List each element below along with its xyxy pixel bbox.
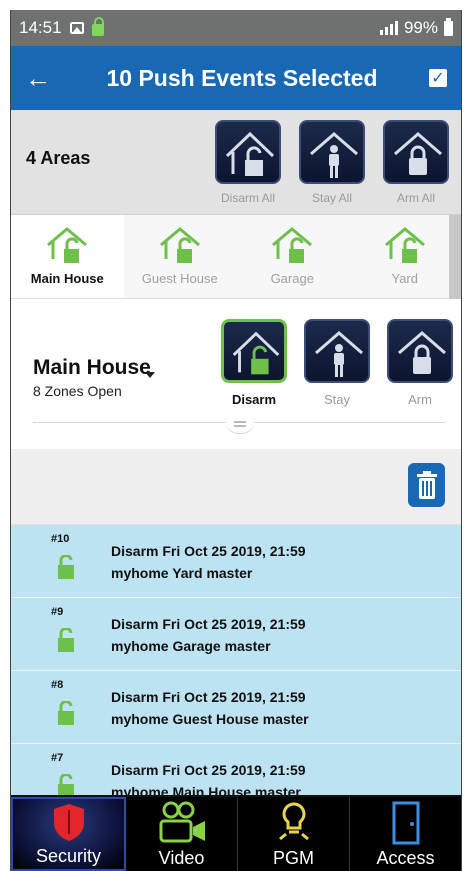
nav-label: Access xyxy=(376,848,435,868)
event-title: Disarm Fri Oct 25 2019, 21:59 xyxy=(111,762,306,778)
arm-all-button[interactable]: Arm All xyxy=(381,119,451,205)
zones-open-status: 8 Zones Open xyxy=(33,383,122,399)
events-toolbar xyxy=(11,449,461,525)
bottom-navigation: Security Video PGM Access xyxy=(11,795,461,871)
stay-label: Stay xyxy=(323,392,350,407)
arm-button[interactable]: Arm xyxy=(385,319,455,407)
arrow-left-icon[interactable]: ← xyxy=(25,63,65,94)
event-title: Disarm Fri Oct 25 2019, 21:59 xyxy=(111,543,306,559)
tab-garage[interactable]: Garage xyxy=(236,215,349,298)
disarm-all-button[interactable]: Disarm All xyxy=(213,119,283,205)
house-disarm-icon xyxy=(221,319,287,383)
stay-all-label: Stay All xyxy=(311,190,353,205)
nav-label: Video xyxy=(158,848,205,868)
image-icon xyxy=(69,22,84,34)
wifi-icon xyxy=(379,21,398,35)
nav-access[interactable]: Access xyxy=(350,797,461,871)
unlock-icon xyxy=(58,628,74,652)
page-title: 10 Push Events Selected xyxy=(106,64,378,91)
area-detail: Main House 8 Zones Open Disarm Stay Arm xyxy=(11,299,461,449)
event-number: #7 xyxy=(51,752,64,764)
tab-label: Garage xyxy=(270,271,314,286)
nav-label: Security xyxy=(35,846,102,866)
event-title: Disarm Fri Oct 25 2019, 21:59 xyxy=(111,689,306,705)
nav-video[interactable]: Video xyxy=(126,797,238,871)
house-unlocked-icon xyxy=(159,227,200,263)
video-camera-icon xyxy=(157,800,207,846)
event-title: Disarm Fri Oct 25 2019, 21:59 xyxy=(111,616,306,632)
stay-button[interactable]: Stay xyxy=(302,319,372,407)
disarm-button[interactable]: Disarm xyxy=(219,319,289,407)
house-stay-icon xyxy=(304,319,370,383)
house-disarm-icon xyxy=(215,119,281,184)
nav-security[interactable]: Security xyxy=(11,797,126,871)
shield-icon xyxy=(52,799,86,844)
status-bar: 14:51 99% xyxy=(11,10,461,46)
tab-guest-house[interactable]: Guest House xyxy=(123,215,236,298)
areas-summary: 4 Areas Disarm All Stay All Arm All xyxy=(11,110,461,215)
tabs-scroll-indicator[interactable] xyxy=(449,215,461,299)
chevron-down-icon[interactable] xyxy=(145,372,155,378)
arm-label: Arm xyxy=(408,392,432,407)
stay-all-button[interactable]: Stay All xyxy=(297,119,367,205)
event-detail: myhome Yard master xyxy=(111,565,253,581)
event-detail: myhome Garage master xyxy=(111,638,271,654)
tab-label: Guest House xyxy=(141,271,218,286)
tab-main-house[interactable]: Main House xyxy=(11,215,124,298)
unlock-icon xyxy=(58,701,74,725)
event-number: #10 xyxy=(51,533,70,545)
house-unlocked-icon xyxy=(384,227,425,263)
nav-label: PGM xyxy=(272,848,314,868)
house-unlocked-icon xyxy=(272,227,313,263)
areas-count: 4 Areas xyxy=(26,147,91,168)
list-item[interactable]: #9 Disarm Fri Oct 25 2019, 21:59 myhome … xyxy=(11,598,461,671)
house-arm-icon xyxy=(387,319,453,383)
event-number: #9 xyxy=(51,606,64,618)
lock-icon xyxy=(91,17,104,36)
tab-label: Yard xyxy=(391,271,419,286)
disarm-label: Disarm xyxy=(231,392,277,407)
push-events-list: #10 Disarm Fri Oct 25 2019, 21:59 myhome… xyxy=(11,525,461,817)
battery-icon xyxy=(444,17,453,36)
area-name-dropdown[interactable]: Main House xyxy=(33,356,151,380)
drag-handle[interactable] xyxy=(225,414,255,434)
disarm-all-label: Disarm All xyxy=(220,190,275,205)
area-actions: Disarm Stay Arm xyxy=(219,319,455,407)
checkbox-checked-icon[interactable]: ✓ xyxy=(429,69,447,87)
arm-all-label: Arm All xyxy=(396,190,435,205)
status-time: 14:51 xyxy=(19,18,62,37)
house-unlocked-icon xyxy=(47,227,88,263)
tab-yard[interactable]: Yard xyxy=(348,215,461,298)
list-item[interactable]: #10 Disarm Fri Oct 25 2019, 21:59 myhome… xyxy=(11,525,461,598)
door-icon xyxy=(391,800,421,846)
house-arm-icon xyxy=(383,119,449,184)
tab-label: Main House xyxy=(30,271,104,286)
battery-percent: 99% xyxy=(403,18,438,37)
house-stay-icon xyxy=(299,119,365,184)
app-bar: ← 10 Push Events Selected ✓ xyxy=(11,46,461,110)
event-number: #8 xyxy=(51,679,64,691)
lightbulb-icon xyxy=(274,800,314,846)
area-tabs: Main House Guest House Garage Yard xyxy=(11,215,461,299)
list-item[interactable]: #8 Disarm Fri Oct 25 2019, 21:59 myhome … xyxy=(11,671,461,744)
nav-pgm[interactable]: PGM xyxy=(238,797,350,871)
trash-icon[interactable] xyxy=(408,463,445,507)
event-detail: myhome Guest House master xyxy=(111,711,309,727)
app-screen: 14:51 99% ← 10 Push Events Selected ✓ 4 … xyxy=(10,10,462,871)
unlock-icon xyxy=(58,555,74,579)
